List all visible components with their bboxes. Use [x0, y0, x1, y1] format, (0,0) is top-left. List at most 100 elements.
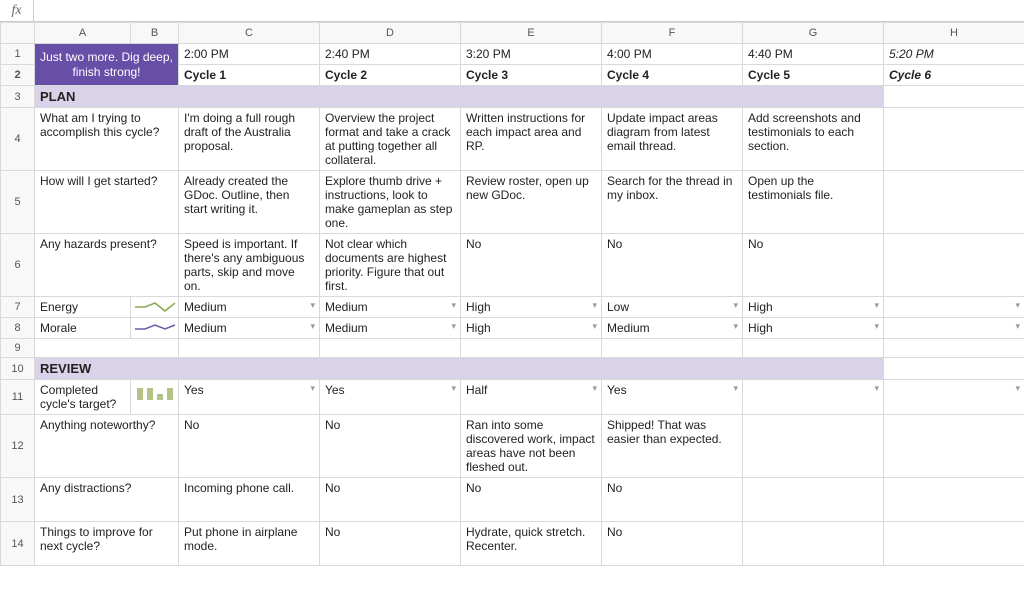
question-cell[interactable]: What am I trying to accomplish this cycl… [35, 108, 179, 171]
row-header[interactable]: 4 [1, 108, 35, 171]
row-header[interactable]: 9 [1, 339, 35, 358]
dropdown-cell[interactable]: Yes [179, 380, 320, 415]
row-header[interactable]: 14 [1, 522, 35, 566]
section-review[interactable]: REVIEW [35, 358, 884, 380]
row-header[interactable]: 2 [1, 65, 35, 86]
cell[interactable]: Hydrate, quick stretch. Recenter. [461, 522, 602, 566]
cell[interactable]: No [320, 522, 461, 566]
cell[interactable]: Not clear which documents are highest pr… [320, 234, 461, 297]
dropdown-cell[interactable]: Medium [179, 318, 320, 339]
cell[interactable]: No [179, 415, 320, 478]
cell[interactable] [743, 415, 884, 478]
cell[interactable] [884, 171, 1024, 234]
dropdown-cell[interactable]: High [461, 297, 602, 318]
col-header[interactable]: D [320, 23, 461, 44]
cell[interactable]: Written instructions for each impact are… [461, 108, 602, 171]
dropdown-cell[interactable]: Medium [320, 297, 461, 318]
cell[interactable]: Review roster, open up new GDoc. [461, 171, 602, 234]
cell[interactable]: 4:40 PM [743, 44, 884, 65]
question-cell[interactable]: Any hazards present? [35, 234, 179, 297]
cell[interactable]: Cycle 1 [179, 65, 320, 86]
cell[interactable] [884, 86, 1024, 108]
cell[interactable]: No [743, 234, 884, 297]
cell[interactable] [884, 358, 1024, 380]
row-header[interactable]: 7 [1, 297, 35, 318]
dropdown-cell[interactable]: High [743, 297, 884, 318]
motivation-cell[interactable]: Just two more. Dig deep, finish strong! [35, 44, 179, 86]
dropdown-cell[interactable] [884, 318, 1024, 339]
cell[interactable]: Overview the project format and take a c… [320, 108, 461, 171]
cell[interactable]: Already created the GDoc. Outline, then … [179, 171, 320, 234]
cell[interactable]: Ran into some discovered work, impact ar… [461, 415, 602, 478]
cell[interactable]: I'm doing a full rough draft of the Aust… [179, 108, 320, 171]
section-plan[interactable]: PLAN [35, 86, 884, 108]
col-header[interactable]: E [461, 23, 602, 44]
cell[interactable]: 2:00 PM [179, 44, 320, 65]
row-header[interactable]: 11 [1, 380, 35, 415]
dropdown-cell[interactable]: Medium [320, 318, 461, 339]
question-cell[interactable]: Anything noteworthy? [35, 415, 179, 478]
cell[interactable]: 4:00 PM [602, 44, 743, 65]
cell[interactable] [179, 339, 320, 358]
cell[interactable] [884, 478, 1024, 522]
row-header[interactable]: 8 [1, 318, 35, 339]
row-header[interactable]: 6 [1, 234, 35, 297]
cell[interactable]: No [602, 478, 743, 522]
row-header[interactable]: 12 [1, 415, 35, 478]
dropdown-cell[interactable]: Half [461, 380, 602, 415]
question-cell[interactable]: Energy [35, 297, 131, 318]
cell[interactable] [461, 339, 602, 358]
cell[interactable]: Cycle 2 [320, 65, 461, 86]
dropdown-cell[interactable]: High [743, 318, 884, 339]
cell[interactable]: Explore thumb drive + instructions, look… [320, 171, 461, 234]
cell[interactable]: No [320, 415, 461, 478]
question-cell[interactable]: Things to improve for next cycle? [35, 522, 179, 566]
cell[interactable] [884, 234, 1024, 297]
question-cell[interactable]: Morale [35, 318, 131, 339]
cell[interactable]: Shipped! That was easier than expected. [602, 415, 743, 478]
cell[interactable]: Cycle 3 [461, 65, 602, 86]
cell[interactable] [884, 339, 1024, 358]
question-cell[interactable]: Any distractions? [35, 478, 179, 522]
cell[interactable]: Cycle 5 [743, 65, 884, 86]
dropdown-cell[interactable]: Medium [602, 318, 743, 339]
dropdown-cell[interactable] [884, 380, 1024, 415]
cell[interactable]: No [602, 522, 743, 566]
dropdown-cell[interactable]: High [461, 318, 602, 339]
col-header[interactable]: C [179, 23, 320, 44]
dropdown-cell[interactable] [743, 380, 884, 415]
dropdown-cell[interactable]: Yes [602, 380, 743, 415]
row-header[interactable]: 10 [1, 358, 35, 380]
question-cell[interactable]: Completed cycle's target? [35, 380, 131, 415]
row-header[interactable]: 1 [1, 44, 35, 65]
dropdown-cell[interactable]: Yes [320, 380, 461, 415]
corner-cell[interactable] [1, 23, 35, 44]
cell[interactable] [602, 339, 743, 358]
cell[interactable] [743, 522, 884, 566]
dropdown-cell[interactable]: Low [602, 297, 743, 318]
cell[interactable]: No [461, 234, 602, 297]
cell[interactable] [884, 522, 1024, 566]
cell[interactable]: Incoming phone call. [179, 478, 320, 522]
cell[interactable]: 3:20 PM [461, 44, 602, 65]
cell[interactable]: Speed is important. If there's any ambig… [179, 234, 320, 297]
dropdown-cell[interactable]: Medium [179, 297, 320, 318]
cell[interactable] [320, 339, 461, 358]
grid[interactable]: A B C D E F G H 1 Just two more. Dig dee… [0, 22, 1024, 566]
row-header[interactable]: 13 [1, 478, 35, 522]
cell[interactable]: Update impact areas diagram from latest … [602, 108, 743, 171]
row-header[interactable]: 5 [1, 171, 35, 234]
row-header[interactable]: 3 [1, 86, 35, 108]
cell[interactable]: Put phone in airplane mode. [179, 522, 320, 566]
formula-input[interactable] [34, 0, 1024, 21]
question-cell[interactable]: How will I get started? [35, 171, 179, 234]
col-header[interactable]: B [131, 23, 179, 44]
cell[interactable]: Open up the testimonials file. [743, 171, 884, 234]
cell[interactable]: 5:20 PM [884, 44, 1024, 65]
cell[interactable]: Cycle 4 [602, 65, 743, 86]
cell[interactable]: Add screenshots and testimonials to each… [743, 108, 884, 171]
cell[interactable] [884, 415, 1024, 478]
cell[interactable] [743, 478, 884, 522]
col-header[interactable]: A [35, 23, 131, 44]
cell[interactable] [884, 108, 1024, 171]
